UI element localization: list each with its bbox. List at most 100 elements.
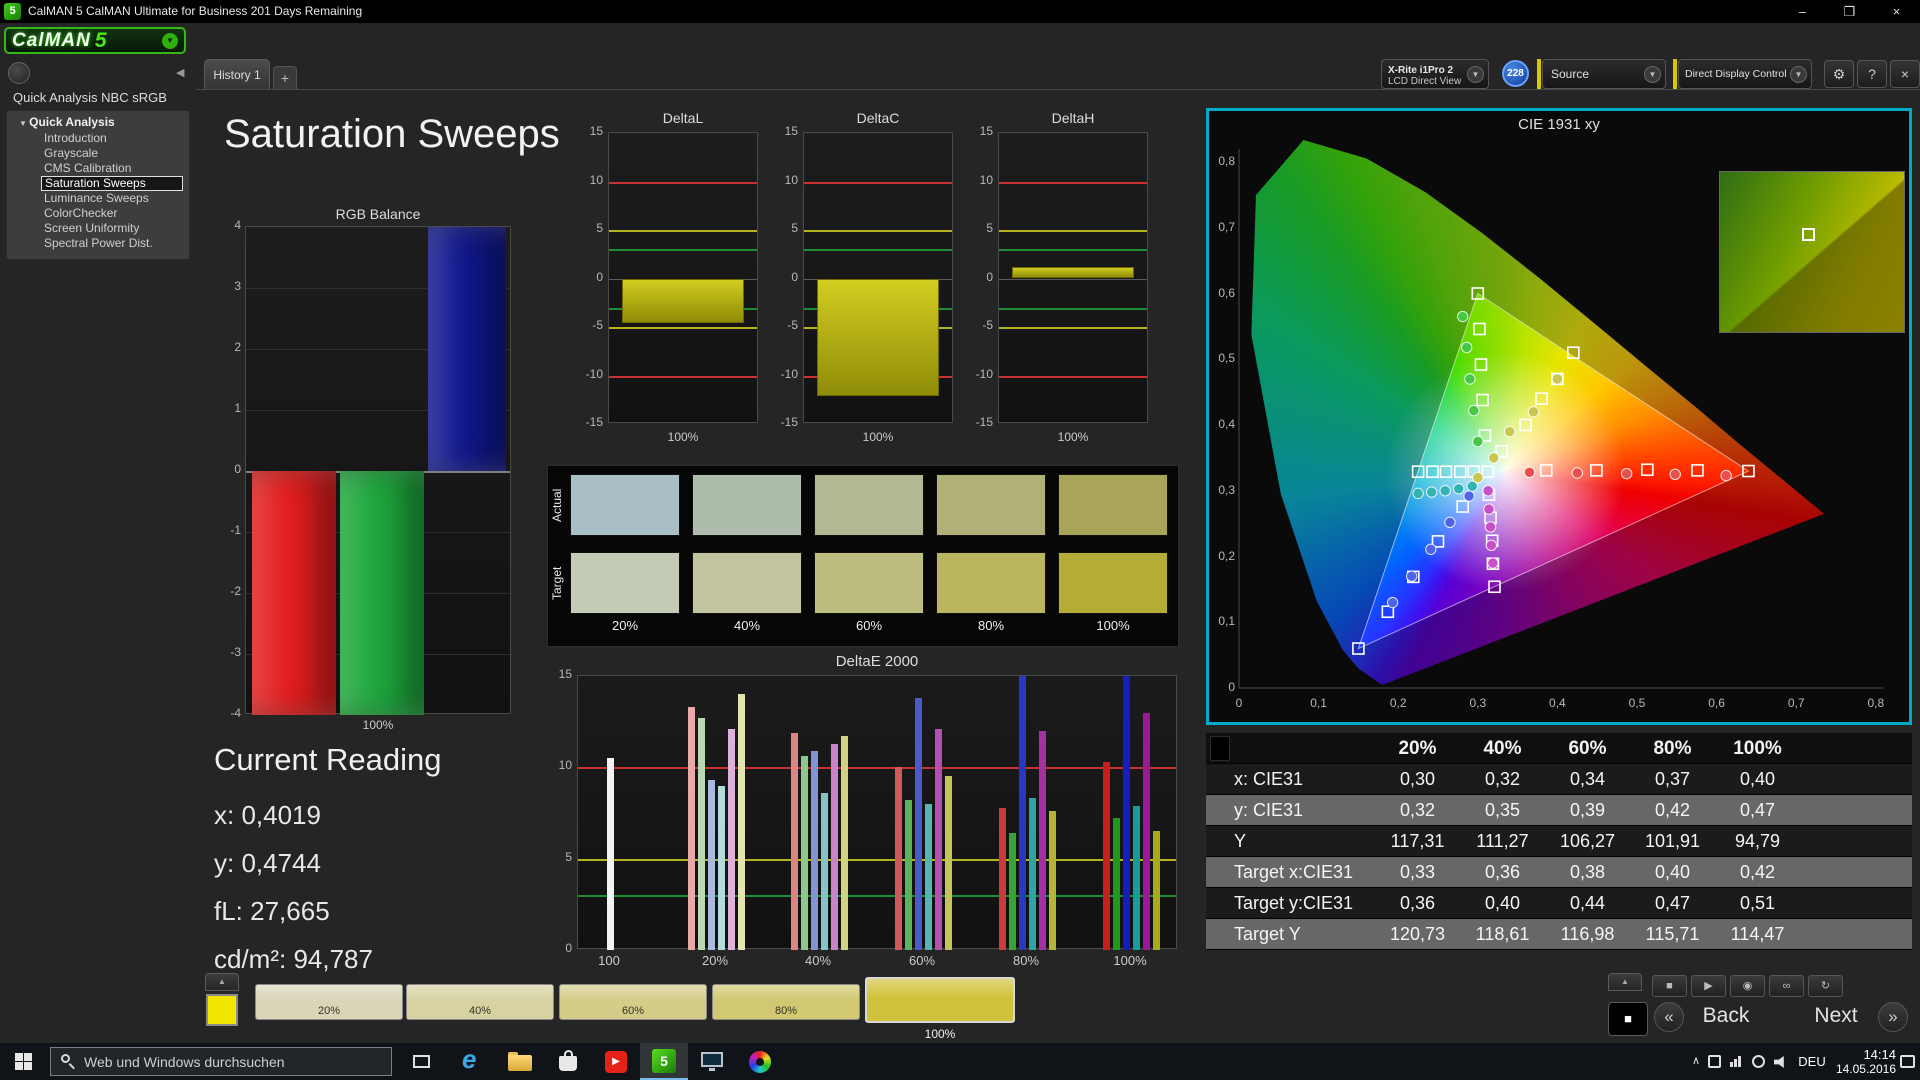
close-session-button[interactable]: × — [1890, 60, 1920, 88]
chevron-down-icon[interactable]: ▼ — [1644, 65, 1661, 83]
tray-network-icon[interactable] — [1730, 1056, 1744, 1067]
tab-history[interactable]: History 1 — [204, 59, 270, 90]
y-tick-label: 15 — [979, 124, 993, 138]
sidebar-item-spectral-power-dist[interactable]: Spectral Power Dist. — [41, 236, 183, 251]
saturation-level-button-80[interactable]: 80% — [712, 984, 860, 1020]
logo-dropdown-icon[interactable]: ▼ — [162, 32, 178, 49]
next-chevron-icon[interactable]: » — [1878, 1002, 1908, 1032]
continuous-measure-button[interactable]: ∞ — [1769, 975, 1804, 997]
taskbar-app-explorer[interactable] — [496, 1043, 544, 1080]
tab-strip-divider — [196, 89, 1920, 90]
sidebar-root-item[interactable]: ▼ Quick Analysis — [7, 114, 189, 131]
cie-measured-point — [1483, 503, 1495, 515]
cie-measured-point — [1620, 467, 1633, 480]
media-play-icon: ▶ — [605, 1051, 627, 1073]
saturation-level-button-40[interactable]: 40% — [406, 984, 554, 1020]
swatch-target-60% — [814, 552, 924, 614]
table-cell: 0,42 — [1739, 862, 1776, 882]
rgb-bar-blue — [428, 227, 506, 471]
maximize-button[interactable]: ❐ — [1826, 0, 1873, 23]
back-chevron-icon[interactable]: « — [1654, 1002, 1684, 1032]
tray-speaker-icon[interactable] — [1774, 1056, 1784, 1068]
saturation-level-label: 60% — [621, 1005, 645, 1017]
tree-expand-icon[interactable]: ▼ — [19, 119, 29, 128]
y-tick-label: 5 — [565, 849, 572, 864]
deltae-bar — [790, 732, 798, 950]
play-button[interactable]: ▶ — [1691, 975, 1726, 997]
swatch-actual-60% — [814, 474, 924, 536]
table-cell: 94,79 — [1734, 831, 1781, 851]
deltae-plot-area — [577, 675, 1177, 950]
close-button[interactable]: × — [1873, 0, 1920, 23]
tray-box-icon[interactable] — [1708, 1055, 1721, 1068]
y-tick-label: -10 — [975, 366, 993, 381]
read-button[interactable]: ■ — [1608, 1002, 1648, 1036]
cie-target-point — [1456, 500, 1469, 513]
taskbar-app-media[interactable]: ▶ — [592, 1043, 640, 1080]
workflow-menu-button[interactable] — [8, 62, 30, 84]
cie-measured-point — [1482, 485, 1494, 497]
sidebar-item-colorchecker[interactable]: ColorChecker — [41, 206, 183, 221]
chevron-down-icon[interactable]: ▼ — [1467, 65, 1484, 83]
stop-button[interactable]: ■ — [1652, 975, 1687, 997]
taskbar-app-store[interactable] — [544, 1043, 592, 1080]
sidebar-item-saturation-sweeps[interactable]: Saturation Sweeps — [41, 176, 183, 191]
help-button[interactable]: ? — [1857, 60, 1887, 88]
tray-globe-icon[interactable] — [1752, 1055, 1765, 1068]
edge-icon: e — [462, 1044, 477, 1074]
settings-gear-button[interactable]: ⚙ — [1824, 60, 1854, 88]
cie-target-point — [1535, 392, 1548, 406]
deltae-bar — [840, 736, 848, 950]
start-button[interactable] — [0, 1043, 48, 1080]
refresh-button[interactable]: ↻ — [1808, 975, 1843, 997]
palette-collapse-tab[interactable]: ▲ — [205, 973, 239, 991]
back-button[interactable]: Back — [1686, 1004, 1766, 1028]
cie-measured-point — [1456, 310, 1469, 323]
taskbar-search[interactable]: Web und Windows durchsuchen — [50, 1047, 392, 1076]
cie-measured-point — [1463, 490, 1475, 502]
swatch-target-100% — [1058, 552, 1168, 614]
table-cell: 0,47 — [1739, 800, 1776, 820]
tray-chevron-icon[interactable]: ∧ — [1686, 1043, 1706, 1080]
table-column-header: 60% — [1568, 738, 1607, 759]
source-dropdown[interactable]: Source ▼ — [1542, 59, 1666, 89]
transport-collapse-tab[interactable]: ▲ — [1608, 973, 1642, 991]
reference-line — [804, 230, 952, 232]
chevron-down-icon[interactable]: ▼ — [1790, 65, 1807, 83]
sidebar-item-luminance-sweeps[interactable]: Luminance Sweeps — [41, 191, 183, 206]
meter-dropdown[interactable]: X-Rite i1Pro 2 LCD Direct View ▼ — [1381, 59, 1489, 89]
table-cell: 106,27 — [1559, 831, 1616, 851]
taskbar-app-calman[interactable]: 5 — [640, 1043, 688, 1080]
swatch-col-label: 60% — [855, 618, 883, 633]
saturation-level-button-20[interactable]: 20% — [255, 984, 403, 1020]
sidebar-item-introduction[interactable]: Introduction — [41, 131, 183, 146]
sidebar-item-grayscale[interactable]: Grayscale — [41, 146, 183, 161]
page-title: Saturation Sweeps — [224, 112, 560, 156]
tray-clock[interactable]: 14:14 14.05.2016 — [1824, 1047, 1896, 1076]
notification-center-icon[interactable] — [1900, 1055, 1915, 1068]
display-control-dropdown[interactable]: Direct Display Control ▼ — [1678, 59, 1812, 89]
taskbar-app-monitor[interactable] — [688, 1043, 736, 1080]
capture-button[interactable]: ◉ — [1730, 975, 1765, 997]
deltae-bar — [1132, 805, 1140, 950]
calman-logo[interactable]: CalMAN 5 ▼ — [4, 27, 186, 54]
sidebar-item-screen-uniformity[interactable]: Screen Uniformity — [41, 221, 183, 236]
taskbar-app-colorwheel[interactable] — [736, 1043, 784, 1080]
tab-add-button[interactable]: + — [273, 66, 297, 90]
saturation-level-button-60[interactable]: 60% — [559, 984, 707, 1020]
taskbar-app-edge[interactable]: e — [448, 1043, 496, 1080]
y-tick-label: 15 — [558, 667, 572, 681]
y-tick-label: 5 — [986, 221, 993, 235]
task-view-button[interactable] — [400, 1043, 444, 1080]
table-row-target-x-cie31: Target x:CIE31 0,33 0,36 0,38 0,40 0,42 — [1206, 857, 1912, 888]
inset-target-marker — [1802, 228, 1815, 241]
y-tick-label: -5 — [787, 318, 798, 332]
table-cell: 0,51 — [1739, 893, 1776, 913]
next-button[interactable]: Next — [1796, 1004, 1876, 1028]
deltae-bar — [1142, 712, 1150, 950]
saturation-level-button-100[interactable] — [865, 977, 1015, 1023]
sidebar-collapse-icon[interactable]: ◀ — [176, 66, 184, 79]
table-cell: 0,32 — [1484, 769, 1521, 789]
minimize-button[interactable]: – — [1779, 0, 1826, 23]
sidebar-item-cms-calibration[interactable]: CMS Calibration — [41, 161, 183, 176]
